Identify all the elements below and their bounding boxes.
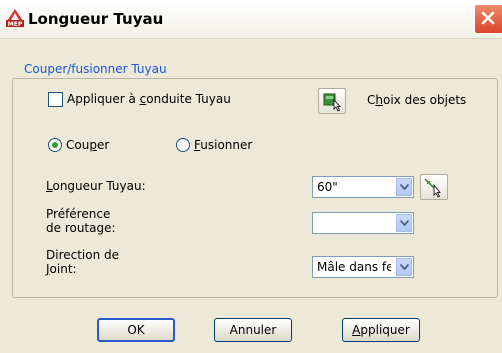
app-icon-label: MEP bbox=[8, 21, 23, 28]
title-bar[interactable]: MEP Longueur Tuyau bbox=[0, 0, 502, 39]
length-value: 60" bbox=[317, 180, 338, 194]
radio-cut-label[interactable]: Couper bbox=[66, 138, 109, 152]
select-objects-mnemonic: h bbox=[375, 93, 383, 107]
dialog-window: MEP Longueur Tuyau Couper/fusionner Tuya… bbox=[0, 0, 502, 353]
length-label: Longueur Tuyau: bbox=[46, 179, 146, 193]
select-objects-button[interactable] bbox=[318, 88, 346, 114]
joint-combo[interactable]: Mâle dans femelle bbox=[312, 256, 414, 278]
routing-label-line2: de routage: bbox=[46, 221, 116, 235]
ok-button[interactable]: OK bbox=[97, 318, 175, 342]
radio-cut-label-pre: Cou bbox=[66, 138, 90, 152]
app-icon: MEP bbox=[5, 8, 25, 28]
apply-to-run-label-post: onduite Tuyau bbox=[146, 92, 231, 106]
window-title: Longueur Tuyau bbox=[28, 10, 164, 28]
radio-cut-label-post: er bbox=[96, 138, 110, 152]
close-button[interactable] bbox=[474, 4, 502, 34]
chevron-down-icon bbox=[400, 220, 409, 226]
joint-label-line2: Joint: bbox=[46, 262, 77, 276]
apply-to-run-label[interactable]: Appliquer à conduite Tuyau bbox=[67, 92, 231, 106]
radio-merge-label-post: usionner bbox=[200, 138, 253, 152]
pick-length-button[interactable] bbox=[420, 174, 448, 200]
joint-dropdown-button[interactable] bbox=[396, 258, 412, 276]
select-objects-label[interactable]: Choix des objets bbox=[367, 93, 466, 107]
joint-value: Mâle dans femelle bbox=[317, 260, 391, 274]
joint-label-line1: Direction de bbox=[46, 248, 120, 262]
apply-button[interactable]: Appliquer bbox=[342, 318, 420, 342]
length-dropdown-button[interactable] bbox=[396, 178, 412, 196]
apply-button-post: ppliquer bbox=[360, 323, 410, 337]
select-objects-icon bbox=[323, 93, 341, 112]
radio-cut-mnemonic: p bbox=[89, 138, 97, 152]
chevron-down-icon bbox=[400, 184, 409, 190]
routing-label-line1: Préférence bbox=[46, 207, 111, 221]
radio-merge-label[interactable]: Fusionner bbox=[194, 138, 252, 152]
length-combo[interactable]: 60" bbox=[312, 176, 414, 198]
routing-combo[interactable] bbox=[312, 212, 414, 234]
apply-to-run-checkbox[interactable] bbox=[48, 92, 63, 107]
cancel-button[interactable]: Annuler bbox=[214, 318, 292, 342]
radio-merge[interactable] bbox=[176, 138, 190, 152]
radio-cut[interactable] bbox=[48, 138, 62, 152]
select-objects-label-post: oix des objets bbox=[383, 93, 467, 107]
length-label-post: ongueur Tuyau: bbox=[52, 179, 146, 193]
apply-to-run-label-pre: Appliquer à bbox=[67, 92, 140, 106]
radio-cut-dot bbox=[52, 142, 58, 148]
joint-label-line2-post: oint: bbox=[49, 262, 77, 276]
group-legend: Couper/fusionner Tuyau bbox=[22, 62, 169, 76]
close-icon bbox=[481, 11, 495, 25]
chevron-down-icon bbox=[400, 264, 409, 270]
pick-point-icon bbox=[424, 178, 441, 198]
routing-dropdown-button[interactable] bbox=[396, 214, 412, 232]
